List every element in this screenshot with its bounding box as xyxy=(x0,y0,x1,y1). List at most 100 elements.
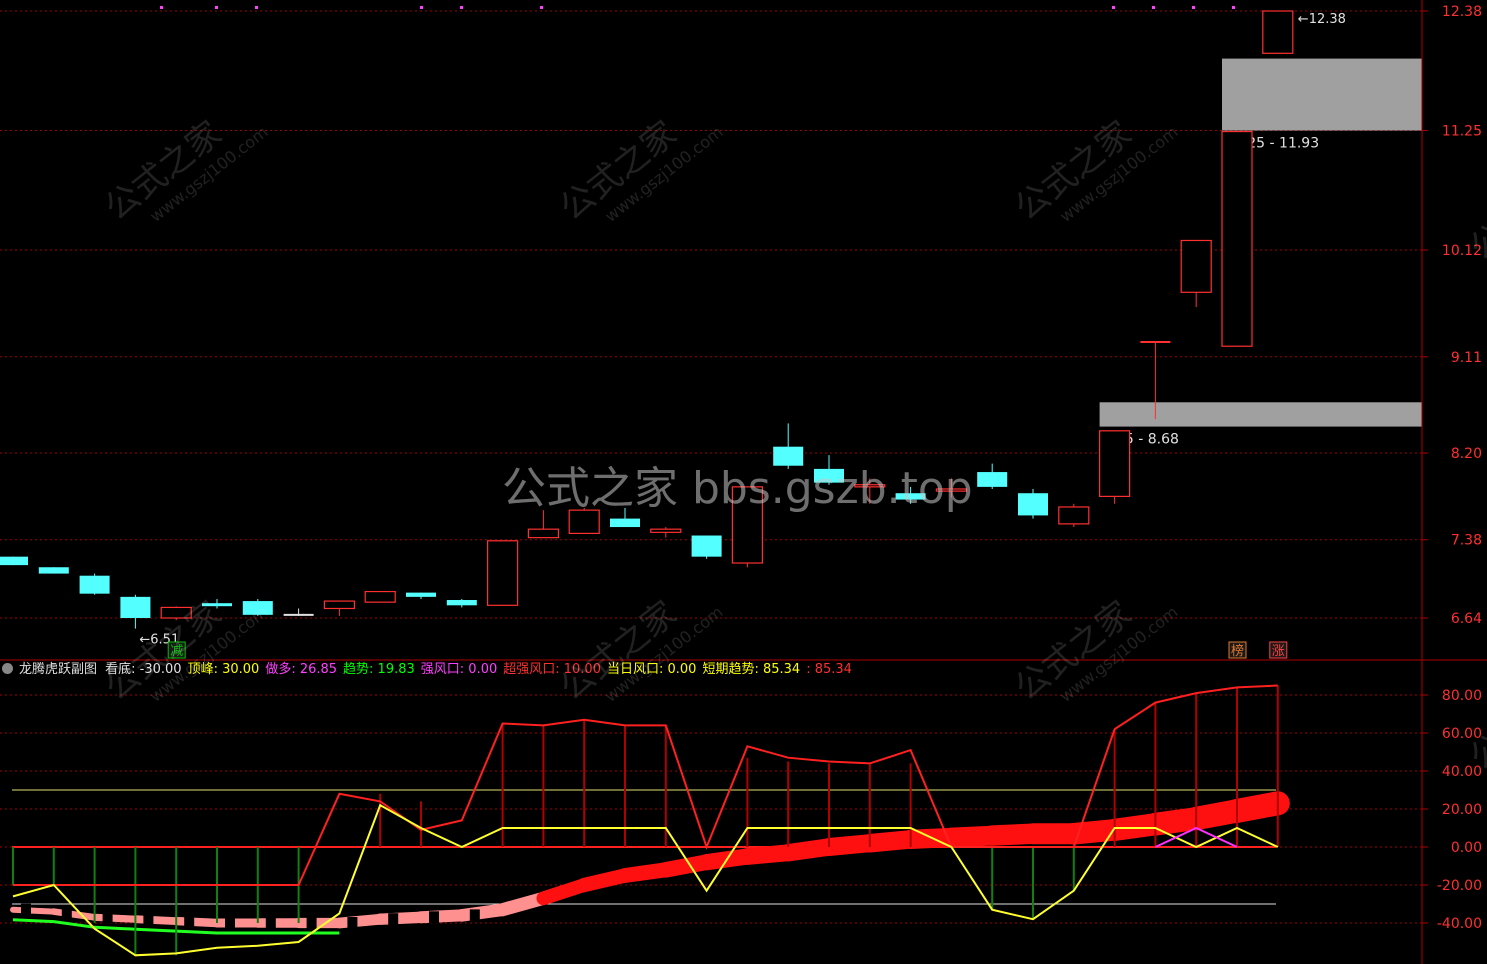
candle-body xyxy=(0,556,28,566)
top-dot xyxy=(420,6,423,9)
indicator-axis: 80.0060.0040.0020.000.00-20.00-40.00 xyxy=(1422,688,1482,932)
candle[interactable] xyxy=(1180,239,1212,308)
indicator-field-list: 看底: -30.00 顶峰: 30.00 做多: 26.85 趋势: 19.83 强风口… xyxy=(105,662,858,677)
top-dot xyxy=(1192,6,1195,9)
indicator-menu-icon[interactable] xyxy=(2,663,13,674)
band-notch xyxy=(21,903,31,916)
band-notch xyxy=(225,917,235,929)
band-notch xyxy=(469,909,480,922)
candle[interactable] xyxy=(38,567,69,574)
indicator-tick-label: 80.00 xyxy=(1442,688,1482,704)
candle-body xyxy=(1180,239,1212,293)
top-dot xyxy=(1112,6,1115,9)
top-dot xyxy=(1152,6,1155,9)
candle-body xyxy=(38,567,69,574)
candle-body xyxy=(1018,493,1048,516)
price-tick-label: 8.20 xyxy=(1451,446,1482,462)
candle-body xyxy=(691,535,722,557)
indicator-title[interactable]: 龙腾虎跃副图 xyxy=(19,662,97,677)
candle[interactable] xyxy=(1058,503,1090,528)
top-dot xyxy=(255,6,258,9)
candle-body xyxy=(527,528,560,539)
candlestick-series[interactable] xyxy=(0,10,1294,629)
candle-body xyxy=(1221,130,1253,347)
candle[interactable] xyxy=(691,535,722,559)
top-dot xyxy=(160,6,163,9)
trend-band-segment xyxy=(10,906,57,915)
gap-zone xyxy=(1099,402,1422,427)
trend-band-segment xyxy=(374,911,427,925)
candle[interactable] xyxy=(0,556,28,566)
candle[interactable] xyxy=(406,592,436,599)
candle-body xyxy=(323,600,355,610)
candle-body xyxy=(1262,10,1294,54)
candle[interactable] xyxy=(487,540,519,606)
signal-label: 榜 xyxy=(1231,643,1244,659)
top-dot xyxy=(215,6,218,9)
band-notch xyxy=(184,915,195,928)
indicator-header: 龙腾虎跃副图 看底: -30.00 顶峰: 30.00 做多: 26.85 趋势: 1… xyxy=(0,661,1420,679)
candle[interactable] xyxy=(446,598,477,608)
candle[interactable] xyxy=(977,463,1008,489)
band-notch xyxy=(347,917,358,929)
price-tick-label: 12.38 xyxy=(1442,4,1482,20)
candle-body xyxy=(1098,430,1131,497)
candle[interactable] xyxy=(364,590,396,603)
high-price-marker: ←12.38 xyxy=(1298,12,1346,27)
indicator-field: : 85.34 xyxy=(806,662,852,677)
trend-band-segment xyxy=(50,908,98,921)
indicator-tick-label: -40.00 xyxy=(1437,916,1482,932)
top-dot xyxy=(540,6,543,9)
candle-body xyxy=(977,472,1008,487)
price-tick-label: 6.64 xyxy=(1451,611,1482,627)
candle-body xyxy=(650,528,682,533)
candle[interactable] xyxy=(323,600,355,616)
candle-body xyxy=(120,596,151,618)
trend-band-segment xyxy=(333,913,386,929)
candle-body xyxy=(1058,506,1090,525)
indicator-field: 做多: 26.85 xyxy=(265,662,338,677)
candle-body xyxy=(446,600,477,606)
top-signal-dots xyxy=(160,6,1235,9)
price-axis: 12.3811.2510.129.118.207.386.64 xyxy=(1422,4,1482,627)
indicator-tick-label: 20.00 xyxy=(1442,802,1482,818)
candle[interactable] xyxy=(283,608,314,616)
candle[interactable] xyxy=(1221,130,1253,347)
candle-body xyxy=(406,592,436,597)
indicator-tick-label: 40.00 xyxy=(1442,764,1482,780)
candle[interactable] xyxy=(1262,10,1294,54)
top-dot xyxy=(460,6,463,9)
band-notch xyxy=(265,917,276,929)
band-notch xyxy=(102,911,113,924)
indicator-tick-label: 0.00 xyxy=(1451,840,1482,856)
candle-body xyxy=(487,540,519,606)
signal-label: 涨 xyxy=(1272,644,1285,659)
indicator-tick-label: -20.00 xyxy=(1437,878,1482,894)
candle-body xyxy=(364,590,396,603)
indicator-field: 短期趋势: 85.34 xyxy=(702,662,801,677)
indicator-field: 趋势: 19.83 xyxy=(343,662,415,677)
trend-band-segment xyxy=(171,916,222,928)
indicator-field: 强风口: 0.00 xyxy=(420,662,498,677)
red-line xyxy=(13,684,1278,886)
candle[interactable] xyxy=(79,573,110,595)
indicator-lines xyxy=(12,684,1279,957)
candle[interactable] xyxy=(1098,430,1131,504)
price-tick-label: 7.38 xyxy=(1451,533,1482,549)
band-notch xyxy=(61,905,72,918)
center-watermark: 公式之家 bbs.gszb.top xyxy=(502,463,973,514)
candle-body xyxy=(610,518,640,528)
candle[interactable] xyxy=(120,594,151,629)
candle[interactable] xyxy=(650,527,682,538)
gap-zone xyxy=(1222,58,1422,131)
band-notch xyxy=(388,913,399,926)
trend-band-segment xyxy=(131,915,181,925)
top-dot xyxy=(1232,6,1235,9)
band-notch xyxy=(429,911,439,924)
price-tick-label: 9.11 xyxy=(1451,350,1482,366)
trend-band-segment xyxy=(90,913,139,923)
band-notch xyxy=(143,913,154,926)
price-tick-label: 11.25 xyxy=(1442,123,1482,139)
candle[interactable] xyxy=(1018,488,1048,519)
candle-body xyxy=(79,575,110,594)
